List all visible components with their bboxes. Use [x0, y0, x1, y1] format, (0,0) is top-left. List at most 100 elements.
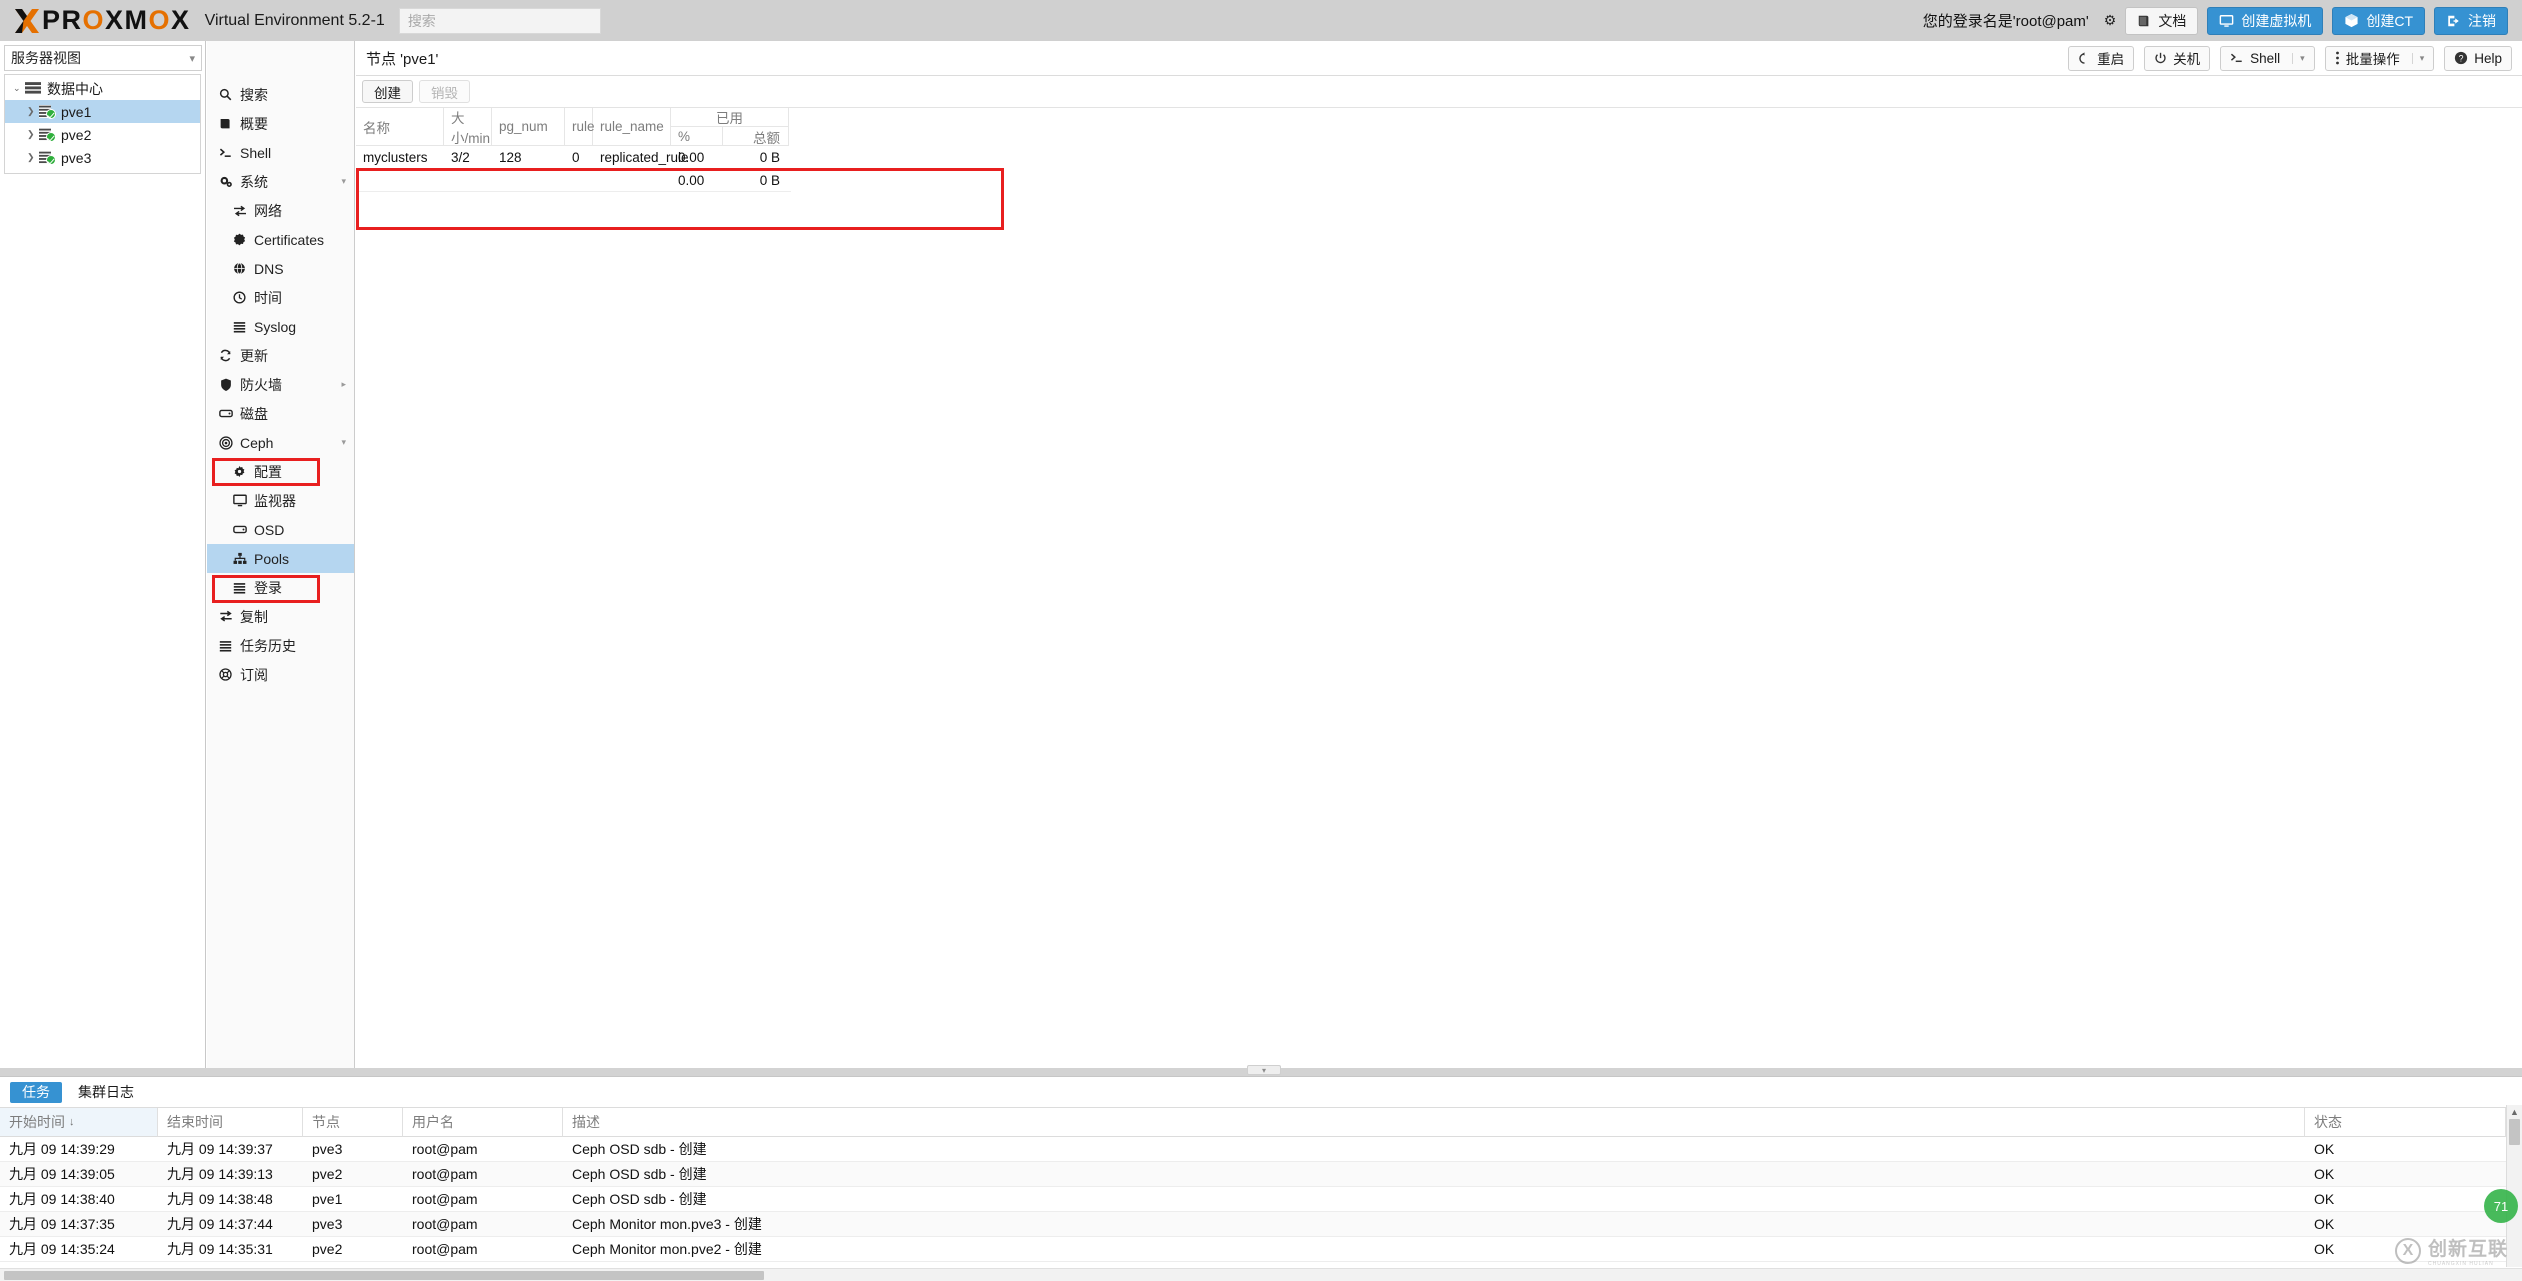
task-cell-node: pve1 [312, 1191, 343, 1207]
task-col-header[interactable]: 结束时间 [158, 1108, 303, 1137]
pools-table-row[interactable]: 0.00 0 B [356, 169, 791, 192]
nav-item-ceph[interactable]: Ceph ▾ [207, 428, 354, 457]
create-pool-button[interactable]: 创建 [362, 80, 413, 103]
nav-item-osd[interactable]: OSD [207, 515, 354, 544]
task-hscroll-thumb[interactable] [4, 1271, 764, 1280]
task-cell-end: 九月 09 14:39:37 [167, 1141, 273, 1157]
nav-item-pools[interactable]: Pools [207, 544, 354, 573]
task-table-row[interactable]: 九月 09 14:35:24 九月 09 14:35:31 pve2 root@pam… [0, 1237, 2522, 1262]
proxmox-x-icon [15, 8, 39, 33]
nav-item-label: OSD [254, 521, 285, 538]
tree-item-label: 数据中心 [47, 80, 103, 97]
task-cell-status: OK [2314, 1191, 2335, 1207]
task-table-row[interactable]: 九月 09 14:37:35 九月 09 14:37:44 pve3 root@pam… [0, 1212, 2522, 1237]
tree-item-label: pve2 [61, 126, 92, 143]
tab-tasks[interactable]: 任务 [10, 1081, 62, 1103]
tree-item-pve2[interactable]: ❯ pve2 [5, 123, 200, 146]
help-button[interactable]: ? Help [2444, 45, 2512, 71]
nav-item-概要[interactable]: 概要 [207, 109, 354, 138]
tree-item-数据中心[interactable]: ⌄ 数据中心 [5, 77, 200, 100]
gear-icon[interactable]: ⚙ [2104, 12, 2117, 29]
task-cell-status: OK [2314, 1141, 2335, 1157]
svg-text:?: ? [2459, 54, 2464, 64]
tree-item-pve1[interactable]: ❯ pve1 [5, 100, 200, 123]
tree-item-pve3[interactable]: ❯ pve3 [5, 146, 200, 169]
collapse-panel-handle[interactable]: ▾ [1247, 1065, 1281, 1075]
nav-item-shell[interactable]: Shell [207, 138, 354, 167]
pools-col-header[interactable]: pg_num [492, 108, 565, 146]
nav-item-磁盘[interactable]: 磁盘 [207, 399, 354, 428]
task-table-row[interactable]: 九月 09 14:39:05 九月 09 14:39:13 pve2 root@pam… [0, 1162, 2522, 1187]
nav-item-certificates[interactable]: Certificates [207, 225, 354, 254]
floating-badge[interactable]: 71 [2484, 1189, 2518, 1223]
proxmox-logo[interactable]: PR O XM O X [0, 5, 191, 36]
create-vm-button[interactable]: 创建虚拟机 [2207, 6, 2324, 35]
documentation-button[interactable]: 文档 [2125, 6, 2199, 35]
nav-item-任务历史[interactable]: 任务历史 [207, 631, 354, 660]
chevron-down-icon[interactable]: ▾ [2411, 52, 2424, 64]
nav-item-系统[interactable]: 系统 ▾ [207, 167, 354, 196]
server-node-icon [39, 127, 56, 142]
restart-button[interactable]: 重启 [2068, 45, 2135, 71]
chevron-right-icon[interactable]: ▸ [341, 379, 346, 390]
tab-cluster-log[interactable]: 集群日志 [66, 1082, 146, 1103]
pools-col-header[interactable]: 大小/min [444, 108, 492, 146]
nav-item-网络[interactable]: 网络 [207, 196, 354, 225]
pools-icon [231, 552, 248, 565]
pools-table-row[interactable]: myclusters 3/2 128 0 replicated_rule 0.00 0 B [356, 146, 791, 169]
task-horizontal-scrollbar[interactable] [0, 1268, 2522, 1281]
product-version-label: Virtual Environment 5.2-1 [204, 11, 385, 29]
task-cell-start: 九月 09 14:39:29 [9, 1141, 115, 1157]
pools-table-header: 名称 大小/min pg_num rule rule_name 已用% 总额 [356, 108, 791, 146]
task-table-row[interactable]: 九月 09 14:38:40 九月 09 14:38:48 pve1 root@pam… [0, 1187, 2522, 1212]
chevron-right-icon[interactable]: ❯ [27, 106, 39, 117]
nav-item-登录[interactable]: 登录 [207, 573, 354, 602]
task-col-header[interactable]: 状态 [2305, 1108, 2506, 1137]
nav-item-syslog[interactable]: Syslog [207, 312, 354, 341]
global-search-input[interactable] [398, 7, 601, 34]
nav-item-复制[interactable]: 复制 [207, 602, 354, 631]
task-vscroll-thumb[interactable] [2509, 1119, 2520, 1145]
shell-button[interactable]: Shell ▾ [2220, 45, 2315, 71]
chevron-down-icon[interactable]: ▾ [2292, 52, 2305, 64]
task-table-row[interactable]: 九月 09 14:39:29 九月 09 14:39:37 pve3 root@pam… [0, 1137, 2522, 1162]
scroll-up-icon[interactable]: ▲ [2507, 1105, 2522, 1119]
content-pane: 节点 'pve1' 重启 关机 Shell ▾ 批量操作 ▾ ? Help 创建… [356, 41, 2522, 1068]
logo-text-5: X [171, 5, 191, 35]
task-col-header[interactable]: 节点 [303, 1108, 403, 1137]
nav-item-订阅[interactable]: 订阅 [207, 660, 354, 689]
bulk-actions-button[interactable]: 批量操作 ▾ [2324, 45, 2435, 71]
task-col-header[interactable]: 用户名 [403, 1108, 563, 1137]
gears-icon [217, 175, 234, 188]
nav-item-时间[interactable]: 时间 [207, 283, 354, 312]
list-icon [231, 321, 248, 333]
chevron-down-icon[interactable]: ⌄ [13, 83, 25, 94]
nav-item-label: 订阅 [240, 666, 268, 683]
pools-group-header-label: 已用 [671, 108, 788, 127]
pools-subcol-header[interactable]: % [671, 127, 723, 146]
nav-item-监视器[interactable]: 监视器 [207, 486, 354, 515]
chevron-right-icon[interactable]: ❯ [27, 129, 39, 140]
pools-col-header[interactable]: 名称 [356, 108, 444, 146]
view-selector-dropdown[interactable]: 服务器视图 ▾ [4, 45, 202, 71]
pools-col-header[interactable]: rule_name [593, 108, 671, 146]
pools-subcol-header[interactable]: 总额 [723, 127, 789, 146]
task-col-header[interactable]: 开始时间 ↓ [0, 1108, 158, 1137]
nav-item-防火墙[interactable]: 防火墙 ▸ [207, 370, 354, 399]
nav-item-dns[interactable]: DNS [207, 254, 354, 283]
nav-item-label: 监视器 [254, 492, 296, 509]
shutdown-button[interactable]: 关机 [2144, 45, 2211, 71]
chevron-down-icon[interactable]: ▾ [341, 437, 346, 448]
task-col-header[interactable]: 描述 [563, 1108, 2305, 1137]
chevron-right-icon[interactable]: ❯ [27, 152, 39, 163]
restart-icon [2079, 51, 2085, 64]
task-vertical-scrollbar[interactable]: ▲ [2506, 1105, 2522, 1267]
chevron-down-icon[interactable]: ▾ [341, 176, 346, 187]
logout-button[interactable]: 注销 [2434, 6, 2508, 35]
nav-item-搜索[interactable]: 搜索 [207, 80, 354, 109]
help-icon: ? [2455, 51, 2468, 65]
create-ct-button[interactable]: 创建CT [2332, 6, 2425, 35]
nav-item-更新[interactable]: 更新 [207, 341, 354, 370]
pools-col-header[interactable]: rule [565, 108, 595, 146]
nav-item-配置[interactable]: 配置 [207, 457, 354, 486]
